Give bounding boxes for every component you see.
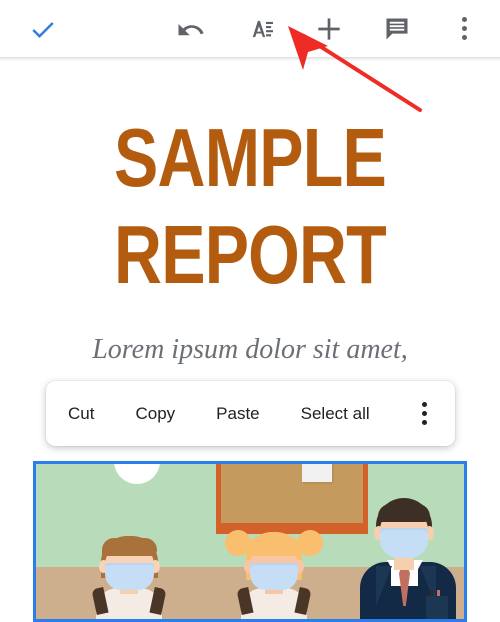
text-context-menu: Cut Copy Paste Select all <box>46 381 455 446</box>
accept-button[interactable] <box>16 0 70 57</box>
board-paper <box>302 464 332 482</box>
undo-button[interactable] <box>165 0 217 57</box>
overflow-button[interactable] <box>442 0 486 57</box>
undo-icon <box>178 23 204 35</box>
context-menu-overflow[interactable] <box>414 402 436 425</box>
document-title[interactable]: SAMPLE REPORT <box>50 109 450 303</box>
top-toolbar <box>0 0 500 57</box>
three-dots-vertical-icon <box>422 402 428 425</box>
comment-button[interactable] <box>371 0 423 57</box>
comment-bubble-icon <box>386 18 408 39</box>
format-button[interactable] <box>234 0 286 57</box>
text-format-icon <box>252 20 273 37</box>
insert-button[interactable] <box>303 0 355 57</box>
three-dots-vertical-icon <box>461 17 467 40</box>
child-figure-girl <box>224 524 324 619</box>
document-subtitle[interactable]: Lorem ipsum dolor sit amet, <box>0 333 500 367</box>
context-menu-paste[interactable]: Paste <box>216 404 259 424</box>
teacher-figure <box>354 498 464 619</box>
document-canvas[interactable]: SAMPLE REPORT Lorem ipsum dolor sit amet… <box>0 61 500 622</box>
child-figure-boy <box>84 536 176 619</box>
context-menu-cut[interactable]: Cut <box>68 404 94 424</box>
context-menu-copy[interactable]: Copy <box>135 404 175 424</box>
document-image-selected[interactable] <box>33 461 467 622</box>
classroom-illustration <box>36 464 464 619</box>
plus-icon <box>318 17 340 40</box>
context-menu-select-all[interactable]: Select all <box>301 404 370 424</box>
checkmark-icon <box>32 21 54 38</box>
